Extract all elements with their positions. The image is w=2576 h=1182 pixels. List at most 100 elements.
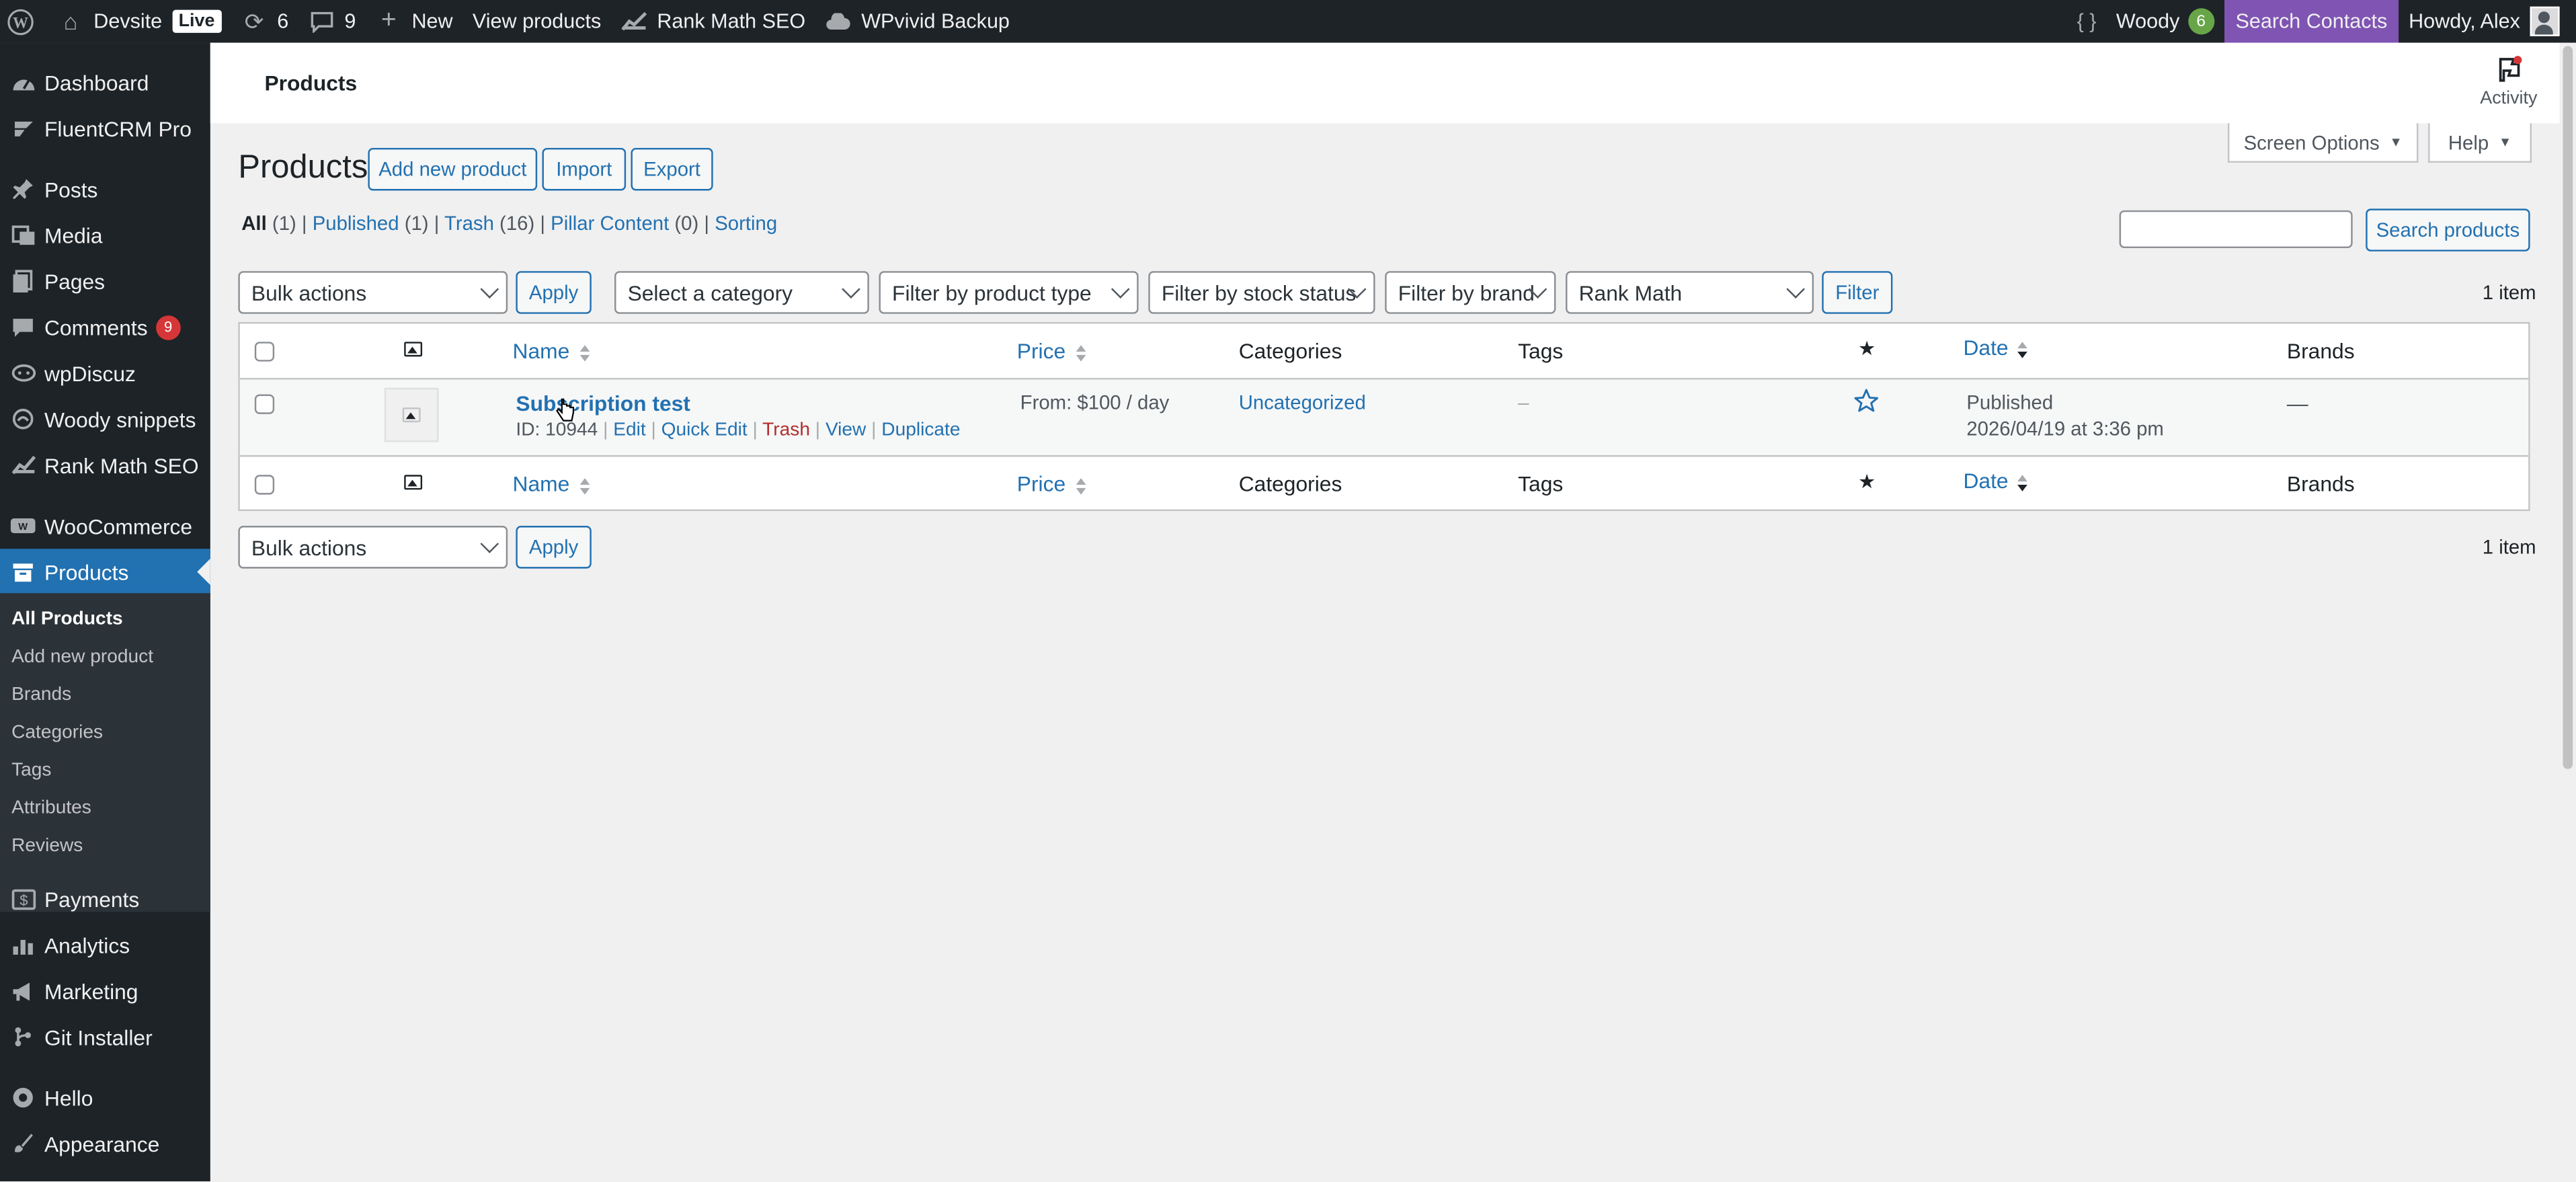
search-products-button[interactable]: Search products [2366,208,2530,251]
notification-dot [2513,56,2522,65]
sidebar-item-posts[interactable]: Posts [0,166,210,212]
product-thumbnail[interactable] [384,387,439,442]
duplicate-link[interactable]: Duplicate [881,421,960,440]
wpvivid-menu[interactable]: WPvivid Backup [815,0,1020,43]
sidebar-item-marketing[interactable]: Marketing [0,968,210,1013]
category-filter-select[interactable]: Select a category [614,271,869,314]
sidebar-item-rank-math[interactable]: Rank Math SEO [0,442,210,487]
page-scrollbar[interactable] [2559,42,2576,1182]
product-name-link[interactable]: Subscription test [516,391,690,416]
quick-edit-link[interactable]: Quick Edit [661,421,748,440]
bulk-actions-select-top[interactable]: Bulk actions [238,271,508,314]
sidebar-item-hello[interactable]: Hello [0,1074,210,1120]
submenu-add-new-product[interactable]: Add new product [11,647,153,667]
woody-label: Woody [2116,9,2180,33]
column-brands-footer: Brands [2286,471,2355,497]
column-date-header[interactable]: Date [1963,335,2028,360]
view-pillar-content[interactable]: Pillar Content [551,212,669,235]
site-name-menu[interactable]: ⌂ Devsite Live [48,0,231,43]
sidebar-item-woocommerce[interactable]: W WooCommerce [0,503,210,549]
caret-down-icon: ▼ [2389,134,2403,150]
submenu-brands[interactable]: Brands [11,685,71,705]
row-checkbox[interactable] [254,394,275,414]
screen-options-button[interactable]: Screen Options ▼ [2227,123,2419,163]
sort-icon [579,344,590,361]
updates-menu[interactable]: ⟳ 6 [231,0,298,43]
sidebar-item-media[interactable]: Media [0,212,210,258]
sidebar-item-label: Git Installer [44,1024,153,1050]
view-published-count: (1) [404,212,429,235]
activity-button[interactable]: Activity [2476,56,2542,108]
woody-menu[interactable]: Woody 6 [2106,0,2224,43]
code-snippets-icon[interactable]: { } [2067,0,2106,43]
submenu-attributes[interactable]: Attributes [11,799,91,818]
sidebar-item-analytics[interactable]: Analytics [0,922,210,968]
brand-filter-select[interactable]: Filter by brand [1385,271,1556,314]
sidebar-item-products[interactable]: Products [0,549,210,595]
trash-link[interactable]: Trash [762,421,810,440]
filter-button[interactable]: Filter [1822,271,1893,314]
sidebar-item-label: Dashboard [44,69,149,95]
submenu-all-products[interactable]: All Products [11,610,123,629]
my-account-menu[interactable]: Howdy, Alex [2399,0,2576,43]
comments-icon [10,314,36,340]
featured-toggle-star-icon[interactable] [1853,388,1880,419]
column-price-footer[interactable]: Price [1017,471,1086,496]
view-sorting[interactable]: Sorting [715,212,777,235]
column-name-header[interactable]: Name [512,338,590,363]
sidebar-item-git-installer[interactable]: Git Installer [0,1014,210,1060]
activity-label: Activity [2480,88,2538,109]
column-name-footer[interactable]: Name [512,471,590,496]
wordpress-logo-icon[interactable]: W [0,0,48,43]
scrollbar-thumb[interactable] [2563,46,2573,769]
comments-menu[interactable]: 9 [298,0,366,43]
hello-icon [10,1085,36,1111]
page-title: Products [238,149,368,186]
new-content-menu[interactable]: + New [366,0,462,43]
column-date-footer[interactable]: Date [1963,469,2028,493]
product-type-filter-select[interactable]: Filter by product type [879,271,1139,314]
sidebar-item-comments[interactable]: Comments 9 [0,304,210,350]
edit-link[interactable]: Edit [613,421,645,440]
bulk-actions-select-bottom[interactable]: Bulk actions [238,526,508,569]
column-date-label: Date [1963,335,2009,360]
rank-math-filter-select[interactable]: Rank Math [1566,271,1814,314]
apply-button-top[interactable]: Apply [516,271,592,314]
analytics-icon [10,932,36,958]
product-search-input[interactable] [2119,210,2353,249]
help-button[interactable]: Help ▼ [2428,123,2532,163]
view-link[interactable]: View [826,421,866,440]
sidebar-item-fluentcrm[interactable]: FluentCRM Pro [0,105,210,151]
apply-button-bottom[interactable]: Apply [516,526,592,569]
add-new-product-button[interactable]: Add new product [368,147,538,191]
column-tags-header: Tags [1518,338,1564,364]
view-trash[interactable]: Trash [444,212,494,235]
sidebar-item-dashboard[interactable]: Dashboard [0,59,210,105]
submenu-categories[interactable]: Categories [11,723,103,742]
sidebar-item-payments[interactable]: $ Payments [0,876,210,922]
sidebar-item-wpdiscuz[interactable]: wpDiscuz [0,350,210,396]
svg-text:$: $ [19,891,27,908]
sidebar-item-label: Posts [44,176,98,202]
sidebar-item-pages[interactable]: Pages [0,258,210,304]
submenu-reviews[interactable]: Reviews [11,836,83,856]
new-label: New [411,9,453,33]
view-published[interactable]: Published [313,212,399,235]
export-button[interactable]: Export [631,147,713,191]
cloud-icon [825,8,851,34]
submenu-tags[interactable]: Tags [11,761,51,781]
screen-options-label: Screen Options [2243,130,2380,154]
view-products-link[interactable]: View products [462,0,611,43]
view-all[interactable]: All [241,212,266,235]
product-category-link[interactable]: Uncategorized [1239,391,1366,414]
stock-status-filter-select[interactable]: Filter by stock status [1148,271,1375,314]
comment-icon [309,8,335,34]
import-button[interactable]: Import [542,147,627,191]
select-all-checkbox-footer[interactable] [254,475,275,495]
search-contacts-button[interactable]: Search Contacts [2224,0,2399,43]
rank-math-menu[interactable]: Rank Math SEO [611,0,815,43]
column-price-header[interactable]: Price [1017,338,1086,363]
select-all-checkbox[interactable] [254,342,275,362]
sidebar-item-woody-snippets[interactable]: Woody snippets [0,396,210,442]
sidebar-item-appearance[interactable]: Appearance [0,1121,210,1167]
